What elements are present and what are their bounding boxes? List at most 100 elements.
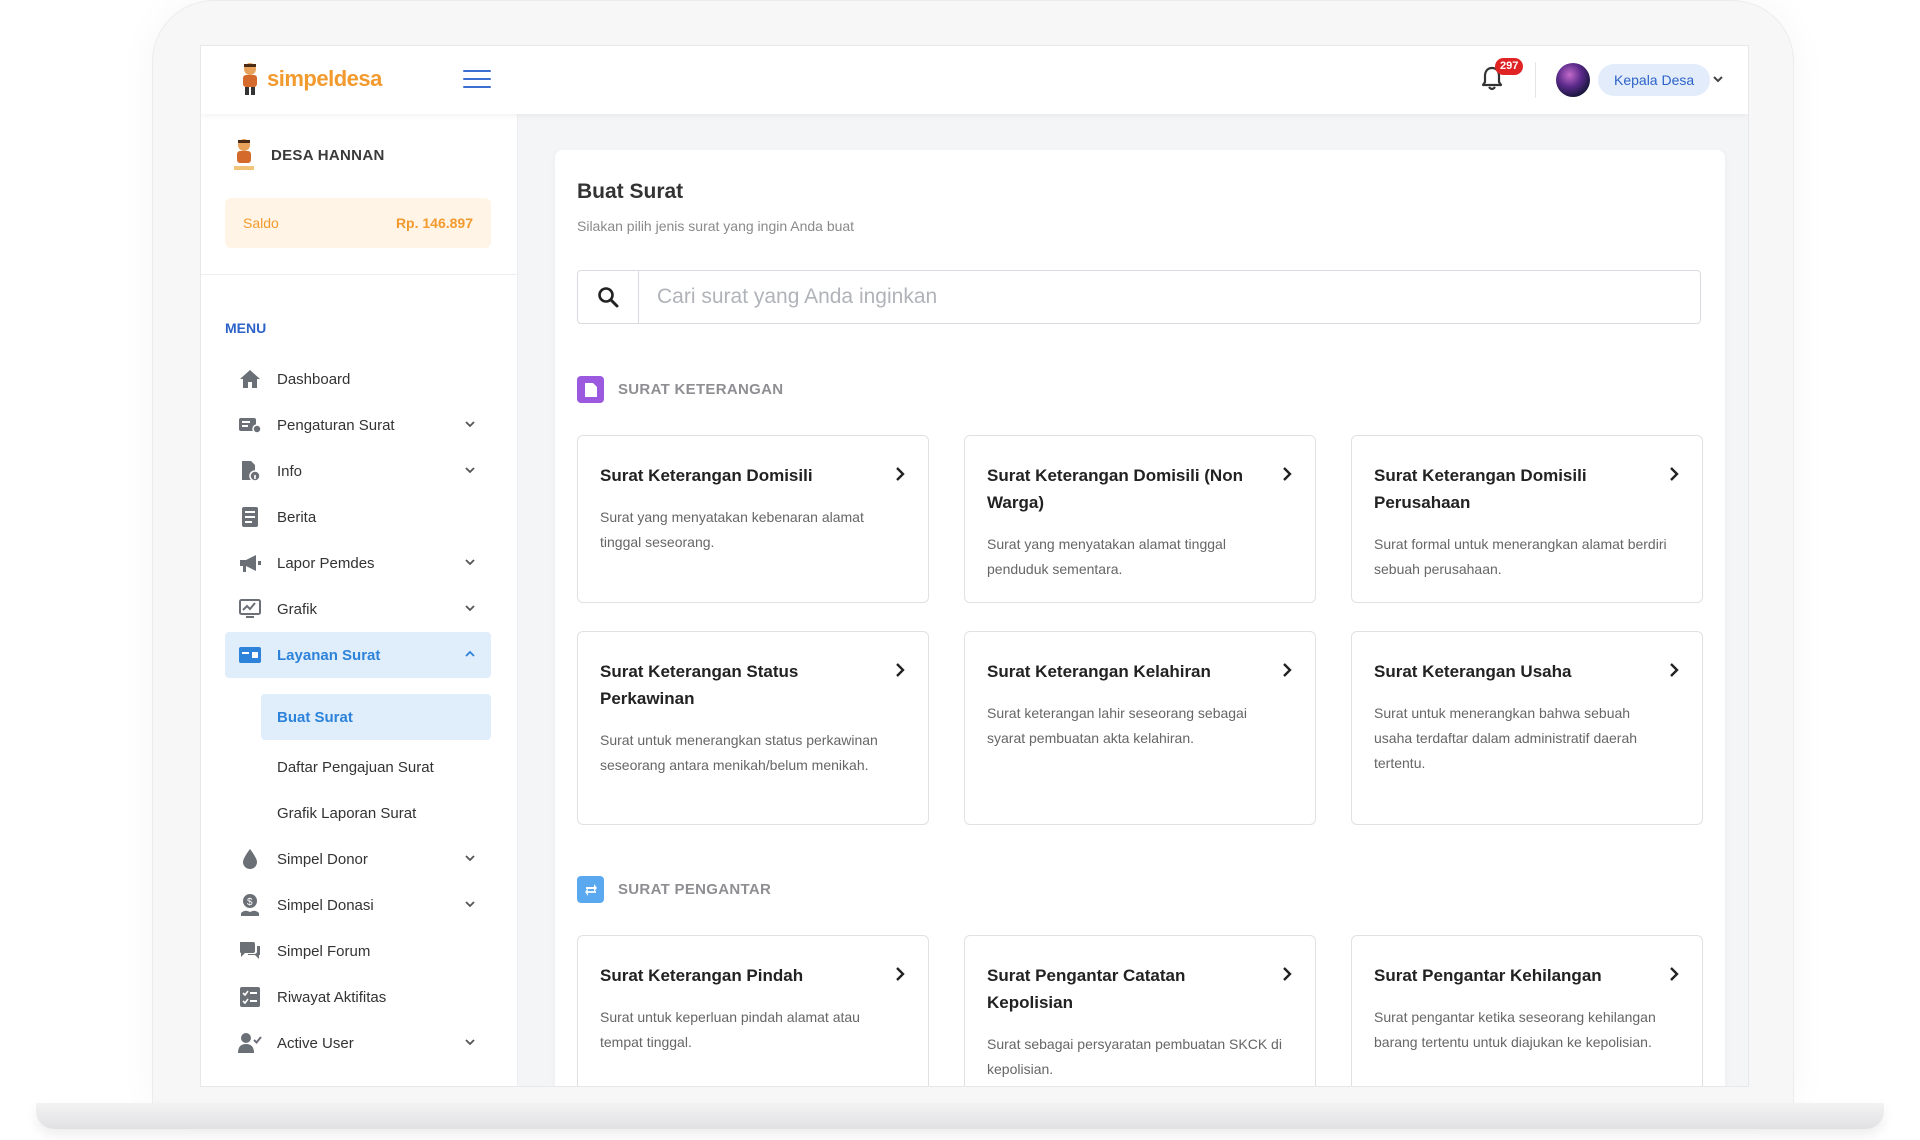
search-bar (577, 270, 1701, 324)
card-description: Surat untuk keperluan pindah alamat atau… (600, 1009, 860, 1050)
letter-card[interactable]: Surat Keterangan Domisili Perusahaan Sur… (1351, 435, 1703, 603)
chevron-right-icon (1670, 967, 1679, 981)
top-navbar: simpeldesa 297 Kepala Desa (201, 46, 1748, 114)
letter-card[interactable]: Surat Keterangan Status Perkawinan Surat… (577, 631, 929, 825)
section-label: SURAT KETERANGAN (618, 381, 784, 398)
sidebar-item-label: Simpel Donasi (277, 896, 374, 914)
sidebar-item-simpel-forum[interactable]: Simpel Forum (225, 928, 491, 974)
sidebar-item-label: Lapor Pemdes (277, 554, 375, 572)
saldo-label: Saldo (243, 215, 279, 231)
user-check-icon (237, 1032, 263, 1054)
notification-bell[interactable]: 297 (1481, 58, 1524, 96)
sidebar-item-label: Simpel Donor (277, 850, 368, 868)
app-screen: simpeldesa 297 Kepala Desa DESA HANNAN S… (200, 45, 1749, 1087)
sidebar-item-simpel-donor[interactable]: Simpel Donor (225, 836, 491, 882)
card-title: Surat Keterangan Domisili (600, 466, 813, 485)
sidebar-item-grafik[interactable]: Grafik (225, 586, 491, 632)
chevron-right-icon (1670, 663, 1679, 677)
card-title: Surat Keterangan Kelahiran (987, 662, 1211, 681)
submenu-item-grafik-laporan-surat[interactable]: Grafik Laporan Surat (261, 790, 491, 836)
card-title: Surat Keterangan Domisili (Non Warga) (987, 466, 1243, 512)
section-header-surat-pengantar: SURAT PENGANTAR (577, 876, 771, 903)
navbar-divider (1535, 62, 1536, 98)
hamburger-menu-icon[interactable] (463, 70, 491, 90)
search-icon (598, 287, 619, 308)
menu-list: Dashboard Pengaturan Surat Info Berita L… (225, 340, 491, 1066)
card-description: Surat yang menyatakan alamat tinggal pen… (987, 536, 1226, 577)
chevron-right-icon (1283, 663, 1292, 677)
sidebar-item-lapor-pemdes[interactable]: Lapor Pemdes (225, 540, 491, 586)
card-description: Surat yang menyatakan kebenaran alamat t… (600, 509, 864, 550)
sidebar-item-berita[interactable]: Berita (225, 494, 491, 540)
svg-text:$: $ (247, 897, 253, 908)
letter-card[interactable]: Surat Keterangan Domisili (Non Warga) Su… (964, 435, 1316, 603)
logo-text: simpeldesa (267, 66, 382, 91)
card-description: Surat untuk menerangkan bahwa sebuah usa… (1374, 705, 1638, 771)
sidebar-divider (201, 274, 517, 275)
megaphone-icon (237, 552, 263, 574)
sidebar: DESA HANNAN Saldo Rp. 146.897 MENU Dashb… (201, 114, 518, 1086)
user-role-button[interactable]: Kepala Desa (1598, 64, 1711, 96)
chevron-up-icon (465, 650, 475, 657)
card-description: Surat keterangan lahir seseorang sebagai… (987, 705, 1247, 746)
page-subtitle: Silakan pilih jenis surat yang ingin And… (577, 218, 855, 234)
chevron-down-icon (465, 467, 475, 474)
sidebar-item-riwayat-aktifitas[interactable]: Riwayat Aktifitas (225, 974, 491, 1020)
chevron-down-icon (465, 1039, 475, 1046)
card-icon (237, 644, 263, 666)
menu-heading: MENU (225, 320, 267, 336)
sidebar-item-info[interactable]: Info (225, 448, 491, 494)
chart-monitor-icon (237, 598, 263, 620)
card-title: Surat Keterangan Status Perkawinan (600, 662, 799, 708)
chevron-down-icon (465, 559, 475, 566)
chevron-right-icon (1283, 967, 1292, 981)
sidebar-item-dashboard[interactable]: Dashboard (225, 356, 491, 402)
chevron-down-icon[interactable] (1711, 72, 1725, 86)
chevron-right-icon (1283, 467, 1292, 481)
sidebar-item-label: Grafik (277, 600, 318, 618)
saldo-box: Saldo Rp. 146.897 (225, 198, 491, 248)
document-icon (577, 376, 604, 403)
submenu-item-buat-surat[interactable]: Buat Surat (261, 694, 491, 740)
sidebar-item-pengaturan-surat[interactable]: Pengaturan Surat (225, 402, 491, 448)
section-header-surat-keterangan: SURAT KETERANGAN (577, 376, 783, 403)
chevron-right-icon (1670, 467, 1679, 481)
chevron-down-icon (465, 901, 475, 908)
letter-card[interactable]: Surat Pengantar Kehilangan Surat pengant… (1351, 935, 1703, 1086)
sidebar-item-label: Berita (277, 508, 317, 526)
sidebar-item-simpel-donasi[interactable]: $ Simpel Donasi (225, 882, 491, 928)
sidebar-item-layanan-surat[interactable]: Layanan Surat (225, 632, 491, 678)
home-icon (237, 368, 263, 390)
chevron-right-icon (896, 663, 905, 677)
chevron-right-icon (896, 467, 905, 481)
checklist-icon (237, 986, 263, 1008)
search-button[interactable] (578, 271, 639, 323)
sidebar-item-active-user[interactable]: Active User (225, 1020, 491, 1066)
sidebar-item-label: Info (277, 462, 303, 480)
card-title: Surat Keterangan Pindah (600, 966, 804, 985)
app-logo[interactable]: simpeldesa (237, 62, 382, 96)
card-description: Surat sebagai persyaratan pembuatan SKCK… (987, 1036, 1282, 1077)
chevron-down-icon (465, 605, 475, 612)
card-description: Surat formal untuk menerangkan alamat be… (1374, 536, 1667, 577)
card-description: Surat pengantar ketika seseorang kehilan… (1374, 1009, 1656, 1050)
village-mascot-icon (234, 139, 254, 170)
letter-card[interactable]: Surat Pengantar Catatan Kepolisian Surat… (964, 935, 1316, 1086)
laptop-base (36, 1103, 1884, 1129)
letter-card[interactable]: Surat Keterangan Pindah Surat untuk kepe… (577, 935, 929, 1086)
chevron-down-icon (465, 855, 475, 862)
notification-count-badge: 297 (1495, 58, 1524, 75)
letter-card[interactable]: Surat Keterangan Domisili Surat yang men… (577, 435, 929, 603)
mascot-logo-icon (243, 63, 257, 95)
sidebar-item-label: Riwayat Aktifitas (277, 988, 387, 1006)
user-avatar[interactable] (1556, 63, 1590, 97)
sidebar-item-label: Dashboard (277, 370, 351, 388)
main-content-card: Buat Surat Silakan pilih jenis surat yan… (555, 150, 1725, 1086)
letter-card[interactable]: Surat Keterangan Kelahiran Surat keteran… (964, 631, 1316, 825)
letter-card[interactable]: Surat Keterangan Usaha Surat untuk mener… (1351, 631, 1703, 825)
donation-icon: $ (237, 894, 263, 916)
info-doc-icon (237, 460, 263, 482)
search-input[interactable] (639, 271, 1700, 323)
section-label: SURAT PENGANTAR (618, 881, 772, 898)
submenu-item-daftar-pengajuan-surat[interactable]: Daftar Pengajuan Surat (261, 744, 491, 790)
